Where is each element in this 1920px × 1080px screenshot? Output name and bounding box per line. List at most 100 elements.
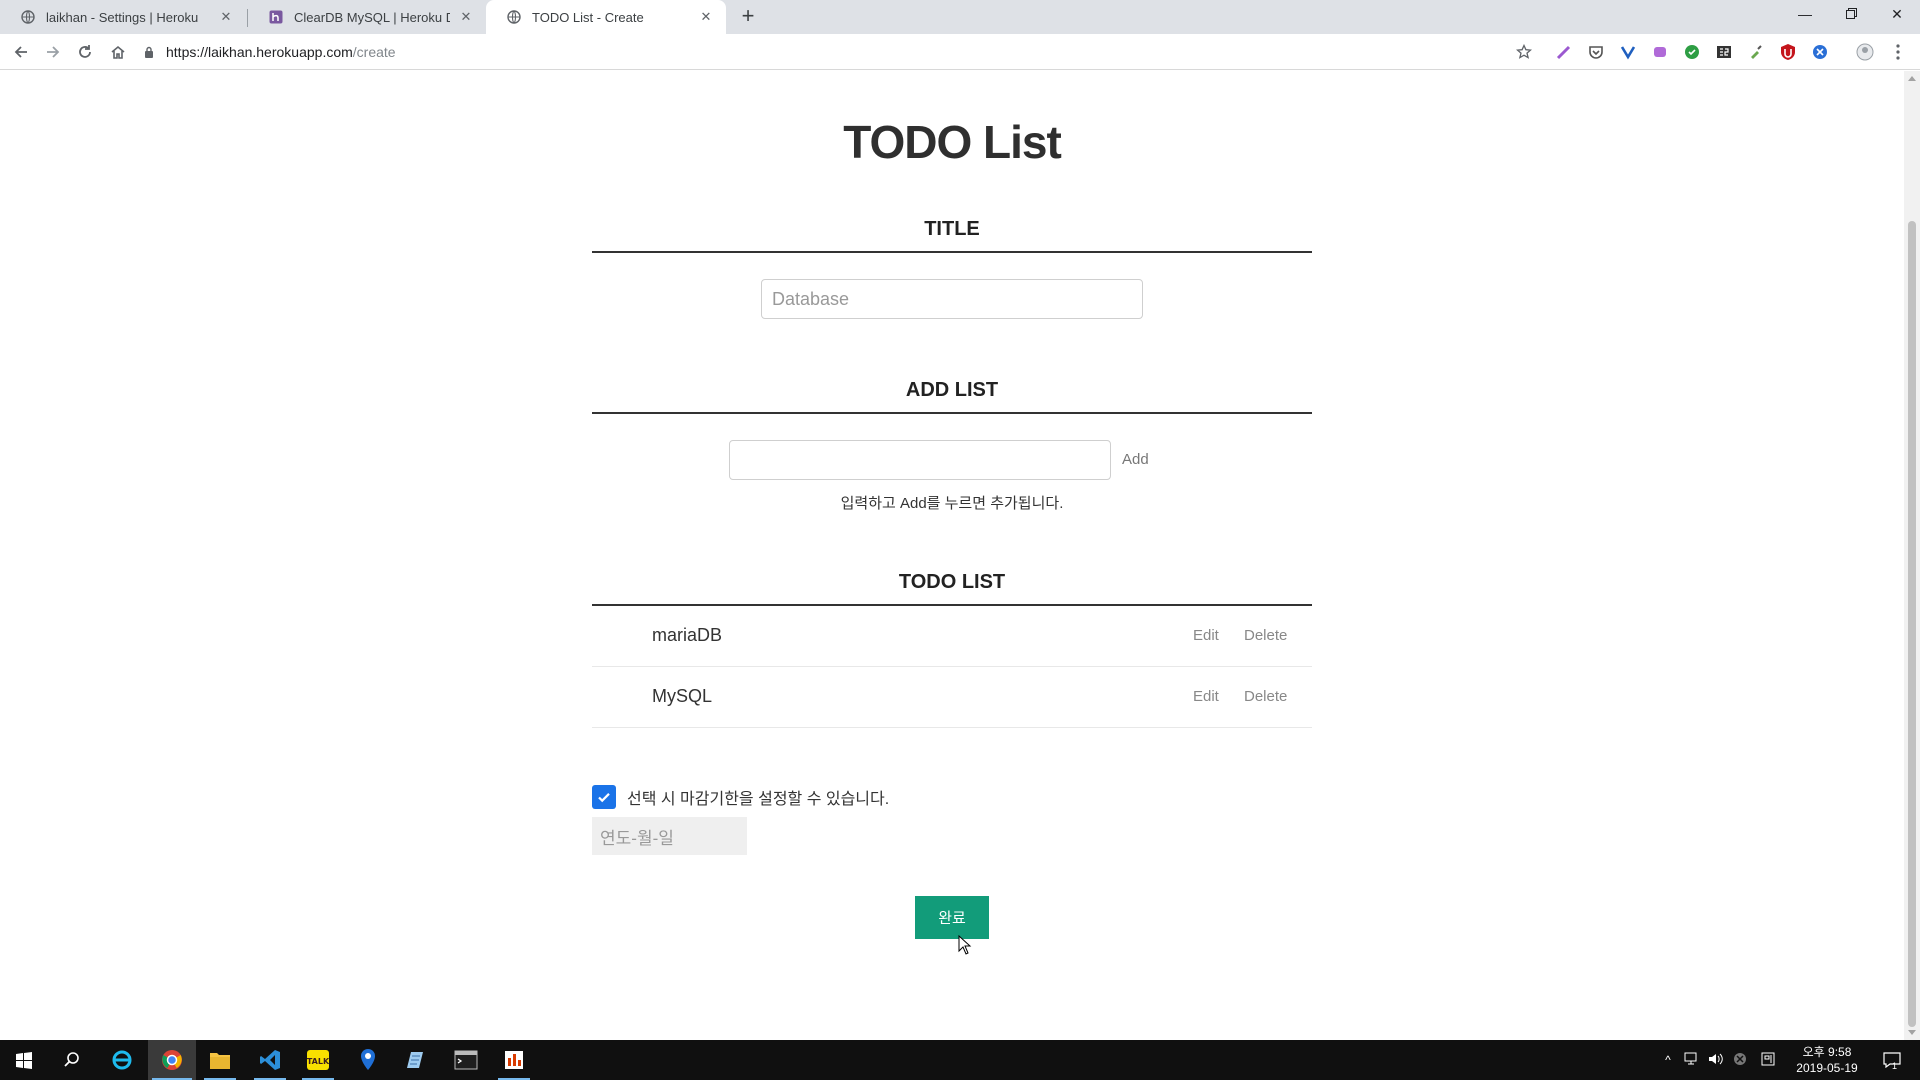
scroll-down-arrow-icon[interactable] — [1908, 1030, 1916, 1035]
tab-cleardb[interactable]: ClearDB MySQL | Heroku Dev C ✕ — [248, 0, 486, 34]
extension-es-icon[interactable] — [1715, 43, 1733, 61]
delete-button[interactable]: Delete — [1244, 627, 1287, 644]
taskbar-kakaotalk[interactable]: TALK — [294, 1040, 342, 1080]
start-button[interactable] — [0, 1040, 48, 1080]
taskbar-clock[interactable]: 오후 9:58 2019-05-19 — [1782, 1044, 1872, 1076]
kakaotalk-icon: TALK — [307, 1050, 330, 1070]
close-icon[interactable]: ✕ — [698, 9, 714, 25]
clock-time: 오후 9:58 — [1802, 1045, 1852, 1059]
browser-toolbar: https://laikhan.herokuapp.com/create — [0, 34, 1920, 70]
section-divider — [592, 412, 1312, 414]
search-icon — [64, 1052, 79, 1067]
deadline-date-input[interactable]: 연도-월-일 — [592, 817, 747, 855]
date-placeholder: 연도-월-일 — [600, 828, 674, 848]
todo-item: MySQL Edit Delete — [592, 667, 1312, 728]
notification-center-icon[interactable]: 1 — [1880, 1052, 1904, 1071]
address-bar[interactable]: https://laikhan.herokuapp.com/create — [142, 38, 1522, 66]
extension-ublock-icon[interactable] — [1779, 43, 1797, 61]
arrow-left-icon — [14, 46, 27, 58]
terminal-icon — [454, 1050, 478, 1070]
notepad-icon — [407, 1052, 423, 1068]
url-text: https://laikhan.herokuapp.com/create — [166, 44, 396, 60]
forward-button[interactable] — [41, 40, 65, 64]
scroll-up-arrow-icon[interactable] — [1908, 76, 1916, 81]
taskbar-chrome[interactable] — [148, 1040, 196, 1080]
taskbar-office[interactable] — [490, 1040, 538, 1080]
delete-button[interactable]: Delete — [1244, 688, 1287, 705]
section-divider — [592, 251, 1312, 253]
restore-button[interactable] — [1828, 0, 1874, 30]
notification-count: 1 — [1892, 1061, 1898, 1071]
extension-pocket-icon[interactable] — [1587, 43, 1605, 61]
mouse-pointer-icon — [958, 935, 972, 955]
tab-heroku-settings[interactable]: laikhan - Settings | Heroku ✕ — [0, 0, 246, 34]
network-icon[interactable] — [1684, 1052, 1700, 1068]
home-button[interactable] — [106, 40, 130, 64]
restore-icon — [1845, 8, 1857, 19]
close-icon[interactable]: ✕ — [458, 9, 474, 25]
reload-button[interactable] — [73, 40, 97, 64]
vscode-icon — [260, 1050, 280, 1070]
taskbar-terminal[interactable] — [442, 1040, 490, 1080]
extension-tag-icon[interactable] — [1651, 43, 1669, 61]
section-heading-todo-list: TODO LIST — [898, 571, 1006, 593]
extension-pen-icon[interactable] — [1555, 43, 1573, 61]
section-heading-title: TITLE — [924, 218, 980, 240]
input-method-icon[interactable] — [1760, 1052, 1776, 1068]
edit-button[interactable]: Edit — [1193, 688, 1219, 705]
add-button[interactable]: Add — [1122, 451, 1149, 468]
tab-title: TODO List - Create — [532, 9, 644, 25]
heroku-icon — [268, 9, 284, 25]
title-input[interactable] — [761, 279, 1143, 319]
taskbar-file-explorer[interactable] — [196, 1040, 244, 1080]
clock-date: 2019-05-19 — [1796, 1061, 1858, 1075]
taskbar-internet-explorer[interactable] — [98, 1040, 146, 1080]
close-icon[interactable]: ✕ — [218, 9, 234, 25]
tab-title: ClearDB MySQL | Heroku Dev C — [294, 9, 450, 25]
new-tab-button[interactable]: + — [736, 5, 760, 29]
extension-globe-icon[interactable] — [1811, 43, 1829, 61]
svg-text:TALK: TALK — [307, 1057, 330, 1066]
tab-todo-create[interactable]: TODO List - Create ✕ — [486, 0, 726, 34]
search-button[interactable] — [48, 1040, 96, 1080]
chrome-icon — [162, 1050, 182, 1070]
page-title: TODO List — [843, 116, 1062, 168]
back-button[interactable] — [9, 40, 33, 64]
add-item-input[interactable] — [729, 440, 1111, 480]
taskbar-vscode[interactable] — [246, 1040, 294, 1080]
extension-v-icon[interactable] — [1619, 43, 1637, 61]
extension-brush-icon[interactable] — [1747, 43, 1765, 61]
tray-chevron-up-icon[interactable]: ^ — [1660, 1052, 1676, 1068]
taskbar-notepad[interactable] — [392, 1040, 440, 1080]
scrollbar-thumb[interactable] — [1908, 221, 1916, 1027]
extension-shield-icon[interactable] — [1683, 43, 1701, 61]
globe-icon — [20, 9, 36, 25]
deadline-checkbox[interactable] — [592, 785, 616, 809]
windows-logo-icon — [16, 1052, 32, 1069]
checkmark-icon — [598, 793, 610, 803]
volume-icon[interactable] — [1708, 1052, 1724, 1068]
map-pin-icon — [361, 1049, 375, 1070]
bookmark-star-icon[interactable] — [1512, 40, 1536, 64]
todo-item-text: mariaDB — [652, 625, 723, 645]
todo-item-text: MySQL — [652, 686, 713, 706]
profile-avatar-icon[interactable] — [1856, 43, 1874, 61]
submit-done-button[interactable]: 완료 — [915, 896, 989, 939]
taskbar-maps[interactable] — [344, 1040, 392, 1080]
windows-taskbar: TALK ^ 오후 9:58 2019-05-19 1 — [0, 1040, 1920, 1080]
folder-icon — [210, 1053, 230, 1069]
office-app-icon — [505, 1051, 523, 1069]
reload-icon — [79, 45, 91, 58]
browser-menu-icon[interactable] — [1886, 40, 1910, 64]
deadline-checkbox-label: 선택 시 마감기한을 설정할 수 있습니다. — [627, 791, 890, 808]
lock-icon — [142, 45, 156, 59]
page-scrollbar[interactable] — [1904, 71, 1920, 1040]
edit-button[interactable]: Edit — [1193, 627, 1219, 644]
browser-tab-bar: laikhan - Settings | Heroku ✕ ClearDB My… — [0, 0, 1920, 34]
close-window-button[interactable]: ✕ — [1874, 0, 1920, 30]
section-heading-add-list: ADD LIST — [905, 379, 999, 401]
minimize-button[interactable]: — — [1782, 0, 1828, 30]
tray-status-icon[interactable] — [1732, 1052, 1748, 1068]
add-hint-text: 입력하고 Add를 누르면 추가됩니다. — [840, 495, 1064, 512]
arrow-right-icon — [47, 46, 60, 58]
